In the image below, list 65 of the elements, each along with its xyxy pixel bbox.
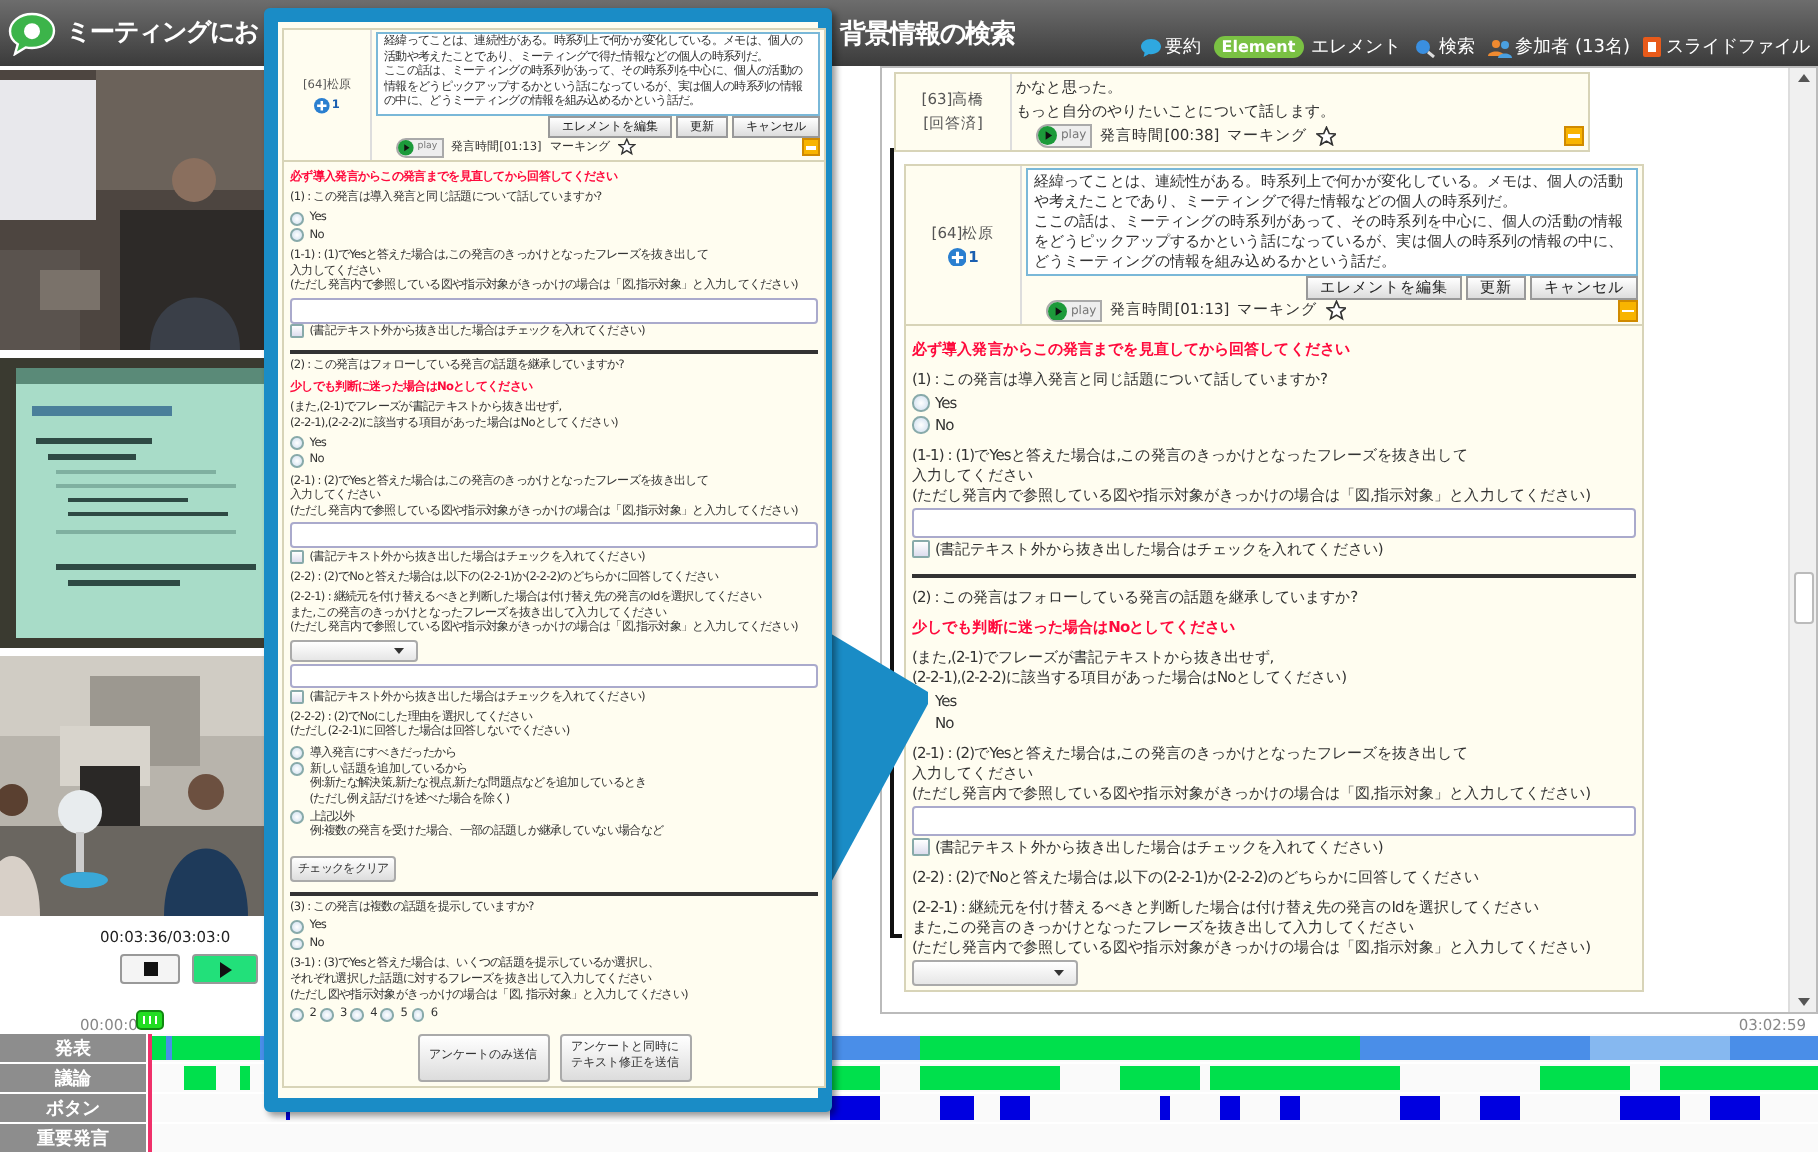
track-label: 議論 bbox=[0, 1064, 146, 1092]
star-icon[interactable] bbox=[617, 138, 636, 157]
radio-button[interactable] bbox=[290, 453, 304, 468]
people-icon bbox=[1487, 37, 1512, 57]
caret-icon bbox=[1053, 970, 1063, 976]
scroll-down-icon[interactable] bbox=[1797, 998, 1809, 1006]
collapse-icon[interactable] bbox=[802, 138, 820, 157]
track-label: 重要発言 bbox=[0, 1124, 146, 1152]
radio-button[interactable] bbox=[290, 228, 304, 243]
radio-button[interactable] bbox=[290, 810, 304, 825]
text-field[interactable] bbox=[290, 297, 818, 324]
dropdown[interactable] bbox=[912, 960, 1077, 986]
play-icon bbox=[219, 961, 231, 977]
radio-button[interactable] bbox=[290, 745, 304, 760]
checkbox[interactable] bbox=[912, 838, 929, 856]
app-title: ミーティングにお bbox=[66, 16, 258, 50]
radio-button[interactable] bbox=[290, 1008, 304, 1022]
radio-button[interactable] bbox=[912, 416, 929, 434]
text-field[interactable] bbox=[912, 806, 1636, 836]
checkbox[interactable] bbox=[912, 540, 929, 558]
search-icon bbox=[1413, 37, 1436, 57]
radio-button[interactable] bbox=[290, 762, 304, 777]
radio-button[interactable] bbox=[380, 1008, 395, 1022]
toolbar-link[interactable]: エレメント bbox=[1311, 34, 1402, 60]
track-label: ボタン bbox=[0, 1094, 146, 1122]
radio-button[interactable] bbox=[290, 211, 304, 226]
scrollbar-thumb[interactable] bbox=[1793, 572, 1813, 624]
slide-file-icon bbox=[1642, 36, 1662, 58]
checkbox[interactable] bbox=[290, 324, 304, 339]
play-icon bbox=[398, 139, 414, 156]
plus-icon[interactable] bbox=[947, 247, 967, 266]
collapse-icon[interactable] bbox=[1617, 300, 1638, 321]
track-label: 発表 bbox=[0, 1034, 146, 1062]
logo-icon bbox=[8, 11, 56, 55]
plus-icon[interactable] bbox=[314, 97, 330, 114]
radio-button[interactable] bbox=[320, 1008, 334, 1022]
radio-button[interactable] bbox=[290, 937, 304, 951]
radio-button[interactable] bbox=[350, 1008, 365, 1022]
caret-icon bbox=[393, 647, 404, 654]
star-icon[interactable] bbox=[1315, 125, 1337, 146]
play-icon bbox=[1038, 126, 1057, 145]
play-button[interactable] bbox=[192, 954, 258, 984]
text-field[interactable] bbox=[912, 508, 1636, 538]
toolbar-link[interactable]: 参加者 (13名) bbox=[1515, 34, 1630, 60]
toolbar-link[interactable]: スライドファイル bbox=[1666, 34, 1810, 60]
scrollbar[interactable] bbox=[1788, 68, 1816, 1012]
play-icon bbox=[1048, 301, 1067, 320]
toolbar-link[interactable]: 要約 bbox=[1165, 34, 1202, 60]
radio-button[interactable] bbox=[912, 394, 929, 412]
app-title: 背景情報の検索 bbox=[840, 17, 1015, 51]
text-field[interactable] bbox=[290, 663, 818, 689]
collapse-icon[interactable] bbox=[1563, 125, 1584, 146]
radio-button[interactable] bbox=[290, 920, 304, 934]
text-field[interactable] bbox=[290, 522, 818, 549]
checkbox[interactable] bbox=[290, 690, 304, 704]
radio-button[interactable] bbox=[411, 1008, 425, 1022]
star-icon[interactable] bbox=[1325, 300, 1347, 321]
radio-button[interactable] bbox=[290, 436, 304, 451]
stop-button[interactable] bbox=[120, 954, 180, 984]
stop-icon bbox=[143, 962, 157, 976]
scroll-up-icon[interactable] bbox=[1797, 74, 1809, 82]
toolbar-link[interactable]: 検索 bbox=[1439, 34, 1476, 60]
dropdown[interactable] bbox=[290, 640, 418, 662]
checkbox[interactable] bbox=[290, 549, 304, 564]
speech-bubble-icon bbox=[1139, 37, 1162, 57]
